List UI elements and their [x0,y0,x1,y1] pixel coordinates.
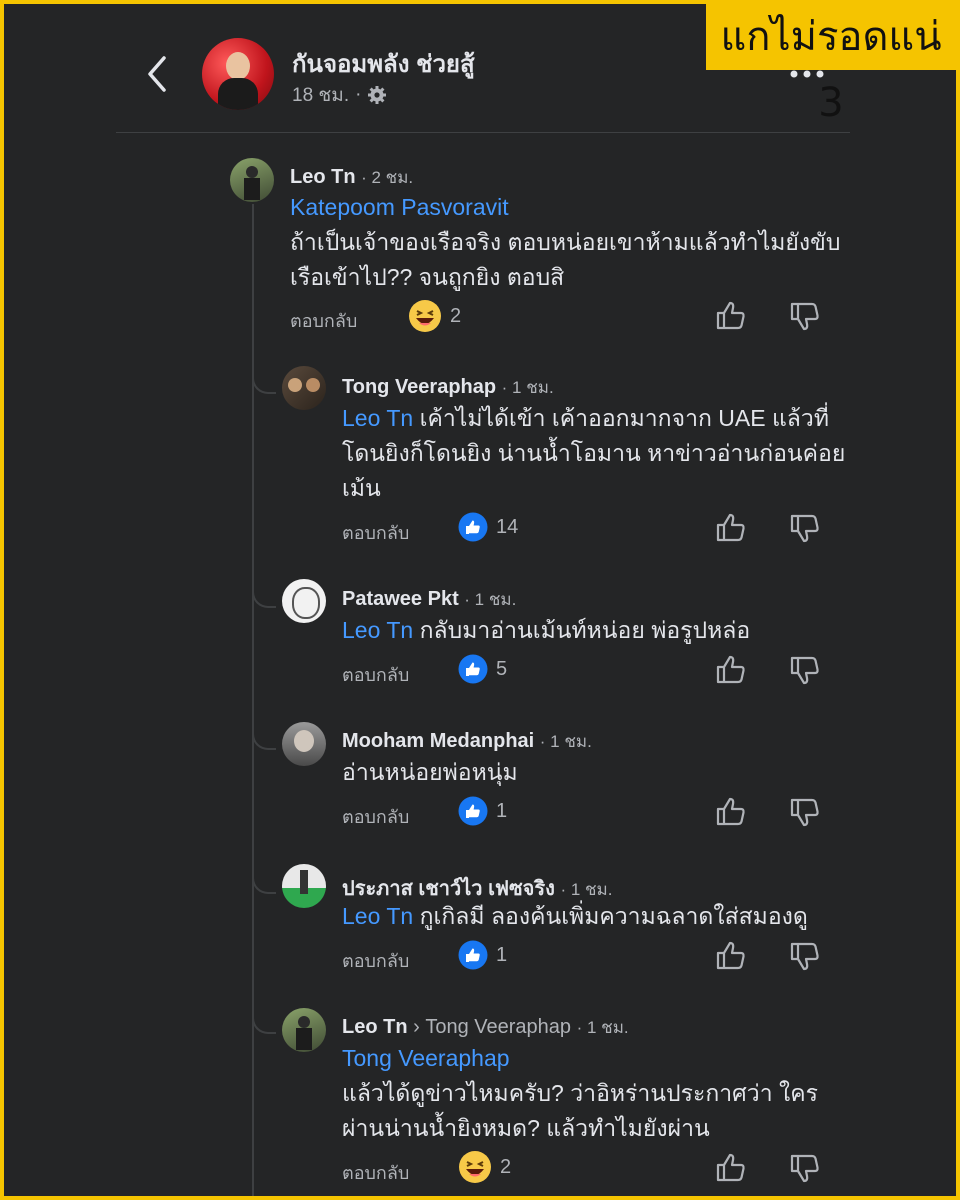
comment-text: Leo Tn กลับมาอ่านเม้นท์หน่อย พ่อรูปหล่อ [342,613,750,648]
comment-author[interactable]: Mooham Medanphai [342,730,534,752]
avatar[interactable] [230,158,274,202]
comment-text: อ่านหน่อยพ่อหนุ่ม [342,755,518,790]
comment-author[interactable]: Leo Tn [342,1016,408,1038]
like-reaction-icon [458,512,488,542]
comment-text: Leo Tn เค้าไม่ได้เข้า เค้าออกมากจาก UAE … [342,401,845,506]
like-reaction-icon [458,796,488,826]
meta-separator: · [355,84,362,105]
facebook-comments-screen: แกไม่รอดแน่ 3 กันจอมพลัง ช่วยสู้ 18 ชม. … [4,4,956,1196]
avatar[interactable] [282,366,326,410]
reaction-summary[interactable]: 2 [408,299,461,333]
thumbs-up-icon[interactable] [714,794,748,828]
haha-reaction-icon [409,300,441,332]
reply-button[interactable]: ตอบกลับ [342,946,409,975]
reply-button[interactable]: ตอบกลับ [342,1158,409,1187]
reply-to-author[interactable]: Tong Veeraphap [425,1016,571,1038]
mention-link[interactable]: Katepoom Pasvoravit [290,194,509,220]
comment-time: · 1 ชม. [560,880,613,899]
comment-text-line: เค้าไม่ได้เข้า เค้าออกมากจาก UAE แล้วที่ [419,405,829,431]
comment-text-line: ผ่านน่านน้ำยิงหมด? แล้วทำไมยังผ่าน [342,1115,710,1141]
comment-text-line: อ่านหน่อยพ่อหนุ่ม [342,759,518,785]
comment-author-line: Patawee Pkt · 1 ชม. [342,586,516,613]
mention-link[interactable]: Tong Veeraphap [342,1045,510,1071]
comment-time: · 2 ชม. [361,168,414,187]
comment-author[interactable]: Leo Tn [290,166,356,188]
reaction-count: 1 [496,943,508,966]
comment-author-line: Mooham Medanphai · 1 ชม. [342,728,592,755]
thumbs-up-icon[interactable] [714,1150,748,1184]
avatar[interactable] [282,722,326,766]
thumbs-down-icon[interactable] [788,796,822,830]
comment-author-line: Leo Tn · 2 ชม. [290,164,413,191]
thread-connector [252,870,276,894]
thumbs-down-icon[interactable] [788,654,822,688]
avatar[interactable] [282,1008,326,1052]
reply-button[interactable]: ตอบกลับ [342,518,409,547]
comment-time: · 1 ชม. [501,378,554,397]
back-arrow-icon[interactable] [142,54,172,94]
title-banner: แกไม่รอดแน่ 3 [706,4,956,126]
comment-text-line: ถ้าเป็นเจ้าของเรือจริง ตอบหน่อยเขาห้ามแล… [290,229,841,255]
haha-reaction-icon [459,1151,491,1183]
thread-line [252,204,254,1196]
comment-author-line: Tong Veeraphap · 1 ชม. [342,374,554,401]
page-avatar[interactable] [202,38,274,110]
avatar[interactable] [282,579,326,623]
comment-author[interactable]: Tong Veeraphap [342,376,496,398]
page-name[interactable]: กันจอมพลัง ช่วยสู้ [292,44,475,83]
comment-author-line: Leo Tn › Tong Veeraphap · 1 ชม. [342,1014,629,1041]
thumbs-up-icon[interactable] [714,510,748,544]
reaction-summary[interactable]: 5 [458,654,507,684]
mention-link[interactable]: Leo Tn [342,405,413,431]
thumbs-up-icon[interactable] [714,938,748,972]
post-meta: 18 ชม. · [292,80,387,110]
reaction-summary[interactable]: 1 [458,796,507,826]
comment-text-line: โดนยิงก็โดนยิง น่านน้ำโอมาน หาข่าวอ่านก่… [342,440,846,466]
thumbs-down-icon[interactable] [788,512,822,546]
thumbs-down-icon[interactable] [788,940,822,974]
comment-text: Leo Tn กูเกิลมี ลองค้นเพิ่มความฉลาดใส่สม… [342,899,808,934]
reaction-count: 5 [496,657,508,680]
gear-icon [368,86,387,104]
like-reaction-icon [458,940,488,970]
more-options-icon[interactable] [790,70,824,78]
comment-text-line: กลับมาอ่านเม้นท์หน่อย พ่อรูปหล่อ [419,617,751,643]
thread-connector [252,726,276,750]
thread-connector [252,1010,276,1034]
comment-text-line: เม้น [342,475,381,501]
comment-author[interactable]: Patawee Pkt [342,588,459,610]
comment-text-line: เรือเข้าไป?? จนถูกยิง ตอบสิ [290,264,565,290]
reaction-count: 1 [496,799,508,822]
like-reaction-icon [458,654,488,684]
thread-connector [252,584,276,608]
comment-time: · 1 ชม. [539,732,592,751]
thumbs-down-icon[interactable] [788,300,822,334]
reaction-summary[interactable]: 2 [458,1150,511,1184]
comment-time: · 1 ชม. [464,590,517,609]
mention-link[interactable]: Leo Tn [342,617,413,643]
reaction-summary[interactable]: 14 [458,512,518,542]
reaction-summary[interactable]: 1 [458,940,507,970]
mention-link[interactable]: Leo Tn [342,903,413,929]
reply-button[interactable]: ตอบกลับ [342,660,409,689]
reaction-count: 2 [500,1155,512,1178]
comment-text-line: แล้วได้ดูข่าวไหมครับ? ว่าอิหร่านประกาศว่… [342,1080,818,1106]
comment-text: Tong Veeraphap แล้วได้ดูข่าวไหมครับ? ว่า… [342,1041,818,1146]
comment-author[interactable]: ประภาส เชาว์ไว เฟซจริง [342,878,555,900]
thumbs-up-icon[interactable] [714,652,748,686]
comment-text-line: กูเกิลมี ลองค้นเพิ่มความฉลาดใส่สมองดู [419,903,808,929]
chevron-right-icon: › [413,1016,420,1038]
reaction-count: 14 [496,515,519,538]
header-divider [116,132,850,133]
comment-text: Katepoom Pasvoravit ถ้าเป็นเจ้าของเรือจร… [290,190,840,295]
avatar[interactable] [282,864,326,908]
reaction-count: 2 [450,304,462,327]
post-time: 18 ชม. [292,85,350,106]
thumbs-up-icon[interactable] [714,298,748,332]
thumbs-down-icon[interactable] [788,1152,822,1186]
thread-connector [252,370,276,394]
reply-button[interactable]: ตอบกลับ [342,802,409,831]
comment-time: · 1 ชม. [576,1018,629,1037]
reply-button[interactable]: ตอบกลับ [290,306,357,335]
